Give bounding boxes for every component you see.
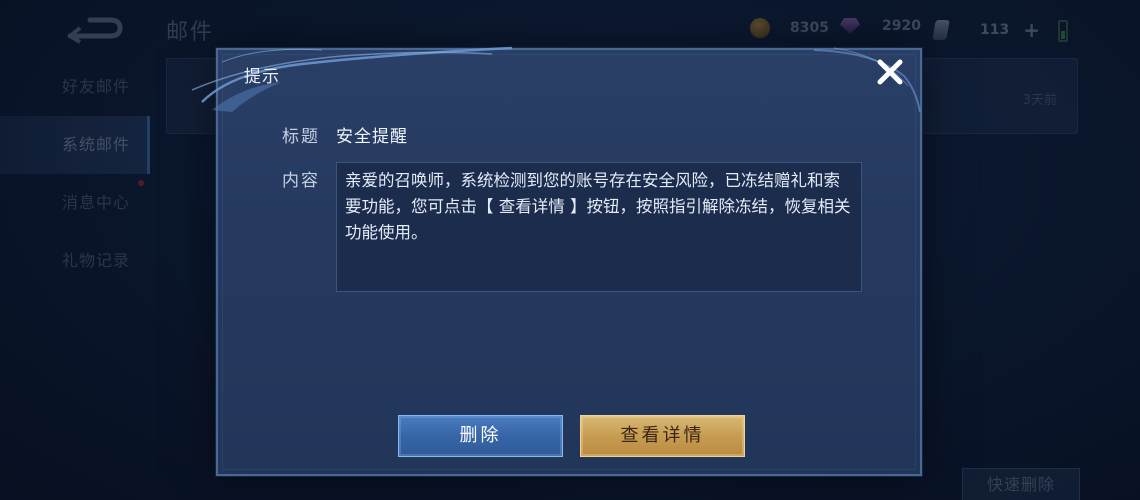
subject-value: 安全提醒: [336, 127, 408, 147]
dialog-title: 提示: [244, 67, 280, 87]
delete-button[interactable]: 删除: [398, 415, 563, 457]
view-details-button[interactable]: 查看详情: [580, 415, 745, 457]
notice-dialog: 提示 标题 安全提醒 内容 亲爱的召唤师，系统检测到您的账号存在安全风险，已冻结…: [192, 46, 922, 476]
close-icon[interactable]: [874, 56, 906, 88]
corner-ornament: [813, 47, 921, 113]
content-text: 亲爱的召唤师，系统检测到您的账号存在安全风险，已冻结赠礼和索要功能，您可点击【 …: [336, 162, 862, 292]
subject-label: 标题: [282, 127, 320, 147]
header-ornament: [192, 46, 513, 112]
content-label: 内容: [282, 171, 320, 191]
